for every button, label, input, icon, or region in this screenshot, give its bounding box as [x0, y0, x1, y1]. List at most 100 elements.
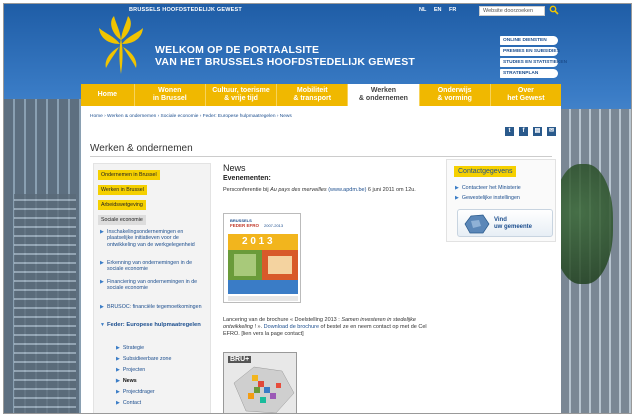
menu-box-sociale-economie[interactable]: Sociale economie [98, 215, 146, 225]
nav-label: & ondernemen [358, 94, 408, 102]
download-brochure-link[interactable]: Download de brochure [264, 324, 319, 330]
text-italic: Au pays des merveilles [270, 187, 327, 193]
nav-item-cultuur[interactable]: Cultuur, toerisme & vrije tijd [206, 84, 278, 106]
text: Persconferentie bij [223, 187, 271, 193]
submenu-item-active[interactable]: ▼ Feder: Europese hulpmaatregelen [100, 322, 204, 329]
language-switcher: NL EN FR [419, 7, 462, 13]
search-input[interactable]: Website doorzoeken [479, 6, 545, 16]
find-label-line-1: Vind [494, 217, 507, 223]
main-navigation: Home Wonen in Brussel Cultuur, toerisme … [81, 84, 561, 106]
submenu-label: BRUSOC: financiële tegemoetkomingen [107, 304, 202, 310]
subsubmenu-label: Strategie [122, 345, 145, 351]
lang-en[interactable]: EN [434, 7, 442, 13]
lang-nl[interactable]: NL [419, 7, 426, 13]
project-map-image[interactable]: BRU+ [223, 352, 297, 413]
subsubmenu-item-current[interactable]: ▶ News [116, 378, 137, 384]
brochure-year: 2 0 1 3 [242, 236, 273, 247]
find-municipality-button[interactable]: Vind uw gemeente [457, 209, 553, 237]
email-icon[interactable]: ✉ [547, 127, 556, 136]
submenu-item[interactable]: ▶ Inschakelingsondernemingen en plaatsel… [100, 229, 204, 248]
contact-link-instellingen[interactable]: ▶ Gewestelijke instellingen [455, 195, 520, 201]
welcome-line-1: WELKOM OP DE PORTAALSITE [155, 44, 320, 56]
title-divider [90, 156, 552, 157]
nav-item-mobiliteit[interactable]: Mobiliteit & transport [277, 84, 349, 106]
contact-link-ministerie[interactable]: ▶ Contacteer het Ministerie [455, 185, 521, 191]
nav-item-wonen[interactable]: Wonen in Brussel [135, 84, 206, 106]
page-title: Werken & ondernemen [90, 143, 193, 154]
submenu-label: Erkenning van ondernemingen in de social… [107, 260, 193, 273]
submenu-label: Feder: Europese hulpmaatregelen [107, 322, 201, 328]
left-menu: Ondernemen in Brussel Werken in Brussel … [93, 163, 211, 413]
arrow-right-icon: ▶ [116, 378, 120, 384]
subsubmenu-label: Projectdrager [122, 389, 155, 395]
arrow-right-icon: ▶ [116, 345, 120, 351]
quick-link-online-diensten[interactable]: ONLINE DIENSTEN [500, 36, 558, 45]
event-paragraph: Persconferentie bij Au pays des merveill… [223, 187, 439, 194]
news-heading: News [223, 163, 246, 173]
contact-link-label: Contacteer het Ministerie [461, 185, 521, 191]
nav-item-over[interactable]: Over het Gewest [491, 84, 561, 106]
search-icon[interactable] [549, 5, 559, 15]
arrow-right-icon: ▶ [455, 185, 459, 191]
facebook-icon[interactable]: f [519, 127, 528, 136]
subsubmenu-item[interactable]: ▶ Strategie [116, 345, 144, 351]
subsubmenu-item[interactable]: ▶ Projecten [116, 367, 145, 373]
subsubmenu-label: Projecten [122, 367, 146, 373]
submenu-item[interactable]: ▶ Erkenning van ondernemingen in de soci… [100, 260, 204, 273]
find-municipality-label: Vind uw gemeente [494, 217, 532, 231]
lang-fr[interactable]: FR [449, 7, 456, 13]
contact-box: Contactgegevens ▶ Contacteer het Minister… [446, 159, 556, 242]
menu-box-ondernemen[interactable]: Ondernemen in Brussel [98, 170, 160, 180]
main-content: News Evenementen: Persconferentie bij Au… [223, 161, 441, 413]
subsubmenu-item[interactable]: ▶ Subsidieerbare zone [116, 356, 171, 362]
iris-logo[interactable] [98, 14, 144, 78]
submenu-item[interactable]: ▶ Financiering van ondernemingen in de s… [100, 279, 204, 292]
background-building-left-lower [14, 194, 76, 413]
print-icon[interactable]: ▤ [533, 127, 542, 136]
find-label-line-2: uw gemeente [494, 224, 533, 230]
arrow-right-icon: ▶ [100, 279, 104, 285]
nav-item-onderwijs[interactable]: Onderwijs & vorming [420, 84, 491, 106]
apdm-link[interactable]: (www.apdm.be) [328, 187, 366, 193]
region-name: BRUSSELS HOOFDSTEDELIJK GEWEST [129, 7, 242, 13]
quick-link-premies[interactable]: PREMIES EN SUBSIDIES [500, 47, 560, 56]
twitter-icon[interactable]: t [505, 127, 514, 136]
content-panel: Home › Werken & ondernemen › Sociale eco… [81, 106, 561, 413]
nav-label: & vorming [437, 94, 472, 102]
welcome-title: WELKOM OP DE PORTAALSITE VAN HET BRUSSEL… [155, 44, 415, 68]
submenu-label: Inschakelingsondernemingen en plaatselij… [107, 229, 195, 248]
contact-link-label: Gewestelijke instellingen [461, 195, 520, 201]
subsubmenu-item[interactable]: ▶ Projectdrager [116, 389, 155, 395]
menu-box-werken[interactable]: Werken in Brussel [98, 185, 147, 195]
submenu-item[interactable]: ▶ BRUSOC: financiële tegemoetkomingen [100, 304, 204, 310]
arrow-right-icon: ▶ [116, 367, 120, 373]
subsubmenu-item[interactable]: ▶ Contact [116, 400, 141, 406]
text: ! ». [252, 324, 264, 331]
nav-label: het Gewest [507, 94, 545, 102]
nav-item-werken[interactable]: Werken & ondernemen [348, 84, 420, 106]
nav-label: & transport [293, 94, 332, 102]
nav-label: Wonen [158, 87, 182, 94]
quick-link-studies[interactable]: STUDIES EN STATISTIEKEN [500, 58, 567, 67]
subsubmenu-label: Contact [122, 400, 142, 406]
arrow-right-icon: ▶ [116, 400, 120, 406]
arrow-right-icon: ▶ [100, 260, 104, 266]
map-label: BRU+ [228, 356, 252, 363]
contact-heading: Contactgegevens [454, 166, 517, 177]
nav-label: Mobiliteit [296, 87, 328, 94]
arrow-right-icon: ▶ [100, 229, 104, 235]
breadcrumb[interactable]: Home › Werken & ondernemen › Sociale eco… [90, 114, 292, 119]
brochure-cover-image[interactable]: BRUSSELS FEDER EFRO 2007-2013 2 0 1 3 [223, 213, 301, 303]
nav-label: Onderwijs [437, 87, 472, 94]
nav-label: Cultuur, toerisme [212, 87, 270, 94]
nav-label: & vrije tijd [224, 94, 258, 102]
menu-box-arbeidswetgeving[interactable]: Arbeidswetgeving [98, 200, 146, 210]
nav-item-home[interactable]: Home [81, 84, 135, 106]
browser-viewport: BRUSSELS HOOFDSTEDELIJK GEWEST NL EN FR … [3, 3, 632, 414]
brussels-map-icon [464, 214, 490, 234]
quick-link-stratenplan[interactable]: STRATENPLAN [500, 69, 558, 78]
welcome-line-2: VAN HET BRUSSELS HOOFDSTEDELIJK GEWEST [155, 56, 416, 68]
arrow-right-icon: ▶ [116, 356, 120, 362]
nav-label: Over [517, 87, 534, 94]
share-icons: t f ▤ ✉ [505, 127, 556, 136]
